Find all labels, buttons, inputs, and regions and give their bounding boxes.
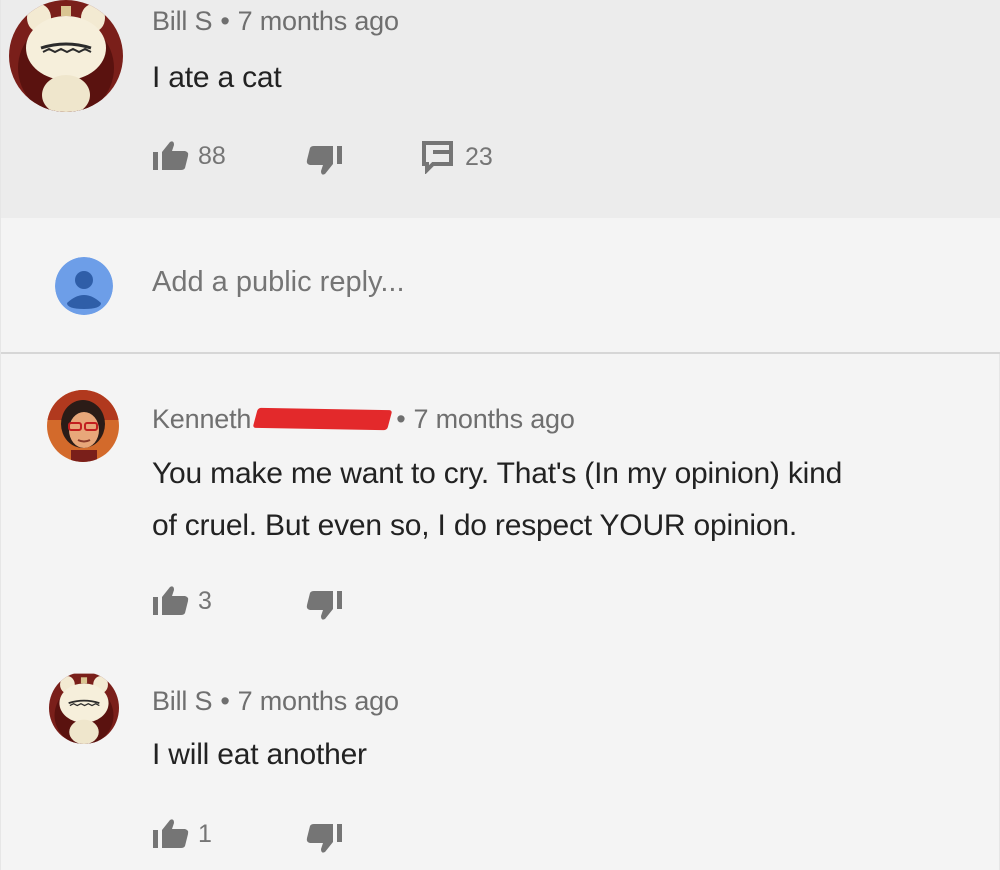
reply-time[interactable]: 7 months ago <box>413 404 574 434</box>
meta-separator: • <box>220 686 230 716</box>
dislike-button[interactable] <box>305 589 343 621</box>
divider <box>1 352 1000 354</box>
bill-avatar[interactable] <box>49 672 119 744</box>
reply-author[interactable]: Bill S <box>152 686 213 716</box>
cartoon-cat-avatar-icon <box>49 673 119 744</box>
thumbs-down-icon <box>306 824 342 853</box>
comment-author[interactable]: Bill S <box>152 6 213 36</box>
like-button[interactable]: 88 <box>152 140 226 172</box>
comment-text: I ate a cat <box>152 61 282 94</box>
reply-meta: Kenneth • 7 months ago <box>152 404 575 435</box>
highlighted-comment <box>1 0 1000 218</box>
comment-thread: Bill S•7 months ago I ate a cat 88 23 <box>0 0 1000 870</box>
current-user-avatar[interactable] <box>55 257 113 315</box>
kenneth-avatar[interactable] <box>47 390 119 462</box>
reply-input[interactable] <box>152 266 852 299</box>
reply-text-line: of cruel. But even so, I do respect YOUR… <box>152 509 797 542</box>
like-count: 1 <box>198 819 212 848</box>
comment-meta: Bill S • 7 months ago <box>152 6 399 37</box>
reply-meta: Bill S • 7 months ago <box>152 686 399 717</box>
thumbs-down-icon <box>306 591 342 620</box>
like-count: 3 <box>198 586 212 615</box>
redaction-mark <box>252 407 393 431</box>
cartoon-woman-avatar-icon <box>47 390 119 462</box>
reply-author[interactable]: Kenneth <box>152 404 251 434</box>
like-button[interactable]: 1 <box>152 818 212 850</box>
dislike-button[interactable] <box>305 822 343 854</box>
comment-time[interactable]: 7 months ago <box>238 6 399 36</box>
reply-time[interactable]: 7 months ago <box>238 686 399 716</box>
like-button[interactable]: 3 <box>152 585 212 617</box>
cartoon-cat-avatar-icon <box>9 0 123 112</box>
reply-count-button[interactable]: 23 <box>421 140 493 174</box>
thumbs-up-icon <box>153 586 189 615</box>
reply-count: 23 <box>465 142 493 171</box>
meta-separator: • <box>396 404 406 434</box>
thumbs-up-icon <box>153 141 189 170</box>
dislike-button[interactable] <box>305 144 343 176</box>
reply-text: You make me want to cry. That's (In my o… <box>152 448 842 552</box>
meta-separator: • <box>220 6 230 36</box>
thumbs-up-icon <box>153 819 189 848</box>
thumbs-down-icon <box>306 146 342 175</box>
like-count: 88 <box>198 141 226 170</box>
bill-avatar[interactable] <box>9 0 123 112</box>
comment-icon <box>422 141 453 174</box>
reply-text-line: You make me want to cry. That's (In my o… <box>152 457 843 490</box>
user-avatar-icon <box>55 257 113 315</box>
reply-text: I will eat another <box>152 738 367 771</box>
